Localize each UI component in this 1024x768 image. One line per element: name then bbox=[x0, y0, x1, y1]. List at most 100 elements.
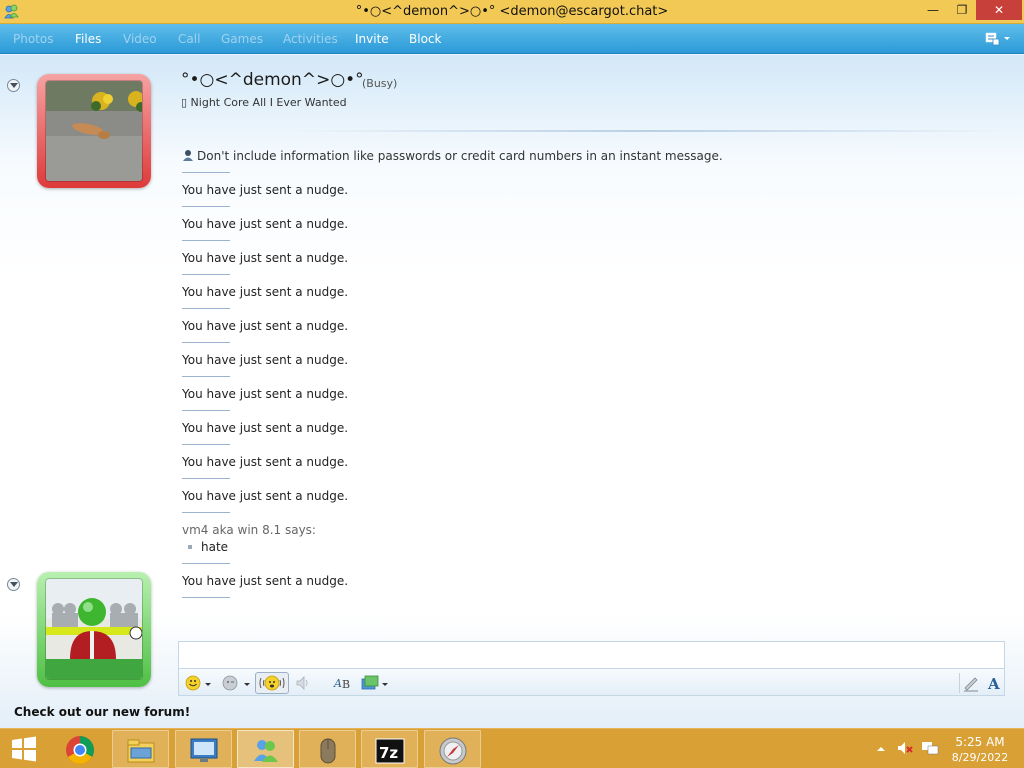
forum-link[interactable]: Check out our new forum! bbox=[14, 705, 190, 719]
taskbar: 7z 5:25 AM 8/29/2022 bbox=[0, 728, 1024, 768]
nudge-message: You have just sent a nudge. bbox=[182, 183, 349, 197]
contact-display-picture[interactable] bbox=[37, 74, 151, 188]
windows-icon bbox=[12, 736, 36, 762]
warning-text: Don't include information like passwords… bbox=[197, 149, 723, 163]
mouse-icon bbox=[320, 738, 336, 764]
remote-desktop-icon bbox=[190, 738, 218, 762]
message-separator bbox=[182, 444, 230, 445]
7zip-icon: 7z bbox=[375, 738, 405, 764]
svg-text:7z: 7z bbox=[379, 744, 398, 762]
nudge-message: You have just sent a nudge. bbox=[182, 251, 349, 265]
menu-photos[interactable]: Photos bbox=[13, 32, 53, 46]
menu-block[interactable]: Block bbox=[409, 32, 441, 46]
message-separator bbox=[182, 342, 230, 343]
messenger-taskbar-button[interactable] bbox=[237, 730, 294, 768]
my-avatar-image bbox=[45, 578, 143, 680]
emoticon-icon bbox=[185, 675, 201, 691]
show-hidden-icons-button[interactable] bbox=[876, 743, 886, 768]
message-separator bbox=[182, 240, 230, 241]
nudge-message: You have just sent a nudge. bbox=[182, 217, 349, 231]
menu-files[interactable]: Files bbox=[75, 32, 101, 46]
message-separator bbox=[182, 308, 230, 309]
nudge-button[interactable] bbox=[255, 672, 289, 694]
handwriting-icon bbox=[964, 677, 978, 692]
file-explorer-taskbar-button[interactable] bbox=[112, 730, 169, 768]
chevron-up-icon bbox=[877, 747, 885, 751]
background-button[interactable] bbox=[359, 672, 389, 694]
network-icon bbox=[922, 742, 939, 755]
svg-text:B: B bbox=[342, 678, 350, 691]
contact-photo bbox=[45, 80, 143, 182]
menu-bar: Photos Files Video Call Games Activities… bbox=[0, 24, 1024, 54]
font-button[interactable]: A B bbox=[333, 672, 355, 694]
message-separator bbox=[182, 512, 230, 513]
contact-name[interactable]: °•○<^demon^>○•° bbox=[181, 70, 364, 90]
handwriting-button[interactable] bbox=[960, 672, 982, 694]
emoticon-button[interactable] bbox=[182, 672, 212, 694]
message-separator bbox=[182, 376, 230, 377]
message-bullet bbox=[188, 545, 192, 549]
text-color-icon: A bbox=[987, 675, 1000, 693]
menu-call[interactable]: Call bbox=[178, 32, 200, 46]
clock-date[interactable]: 8/29/2022 bbox=[946, 751, 1014, 764]
menu-activities[interactable]: Activities bbox=[283, 32, 338, 46]
minimize-button[interactable]: — bbox=[918, 0, 948, 20]
collapse-my-picture-button[interactable] bbox=[7, 578, 20, 591]
message-separator bbox=[182, 597, 230, 598]
voice-clip-icon bbox=[296, 676, 308, 690]
chrome-icon bbox=[66, 736, 94, 764]
my-display-picture[interactable] bbox=[37, 572, 151, 687]
collapse-contact-picture-button[interactable] bbox=[7, 79, 20, 92]
nudge-message: You have just sent a nudge. bbox=[182, 285, 349, 299]
message-separator bbox=[182, 206, 230, 207]
nudge-message: You have just sent a nudge. bbox=[182, 455, 349, 469]
compass-icon bbox=[439, 737, 467, 765]
nudge-message: You have just sent a nudge. bbox=[182, 319, 349, 333]
chrome-taskbar-button[interactable] bbox=[52, 730, 109, 768]
message-separator bbox=[182, 563, 230, 564]
message-input[interactable] bbox=[178, 641, 1005, 668]
svg-text:A: A bbox=[987, 675, 1000, 693]
start-button[interactable] bbox=[0, 730, 50, 768]
message-separator bbox=[182, 274, 230, 275]
compass-taskbar-button[interactable] bbox=[424, 730, 481, 768]
nudge-message: You have just sent a nudge. bbox=[182, 387, 349, 401]
messenger-icon bbox=[254, 740, 278, 762]
voice-clip-button[interactable] bbox=[293, 672, 315, 694]
svg-text:A: A bbox=[333, 677, 342, 690]
received-message-text: hate bbox=[201, 540, 229, 554]
header-divider bbox=[290, 130, 1010, 132]
text-style-button[interactable]: A bbox=[985, 672, 1005, 694]
mouse-taskbar-button[interactable] bbox=[299, 730, 356, 768]
nudge-message: You have just sent a nudge. bbox=[182, 353, 349, 367]
warning-person-icon bbox=[182, 149, 194, 161]
nudge-message: You have just sent a nudge. bbox=[182, 421, 349, 435]
window-title: °•○<^demon^>○•° <demon@escargot.chat> bbox=[355, 4, 669, 19]
menu-games[interactable]: Games bbox=[221, 32, 263, 46]
close-button[interactable]: ✕ bbox=[976, 0, 1022, 20]
security-warning: Don't include information like passwords… bbox=[182, 149, 723, 163]
background-icon bbox=[361, 675, 379, 690]
clock-time[interactable]: 5:25 AM bbox=[950, 735, 1010, 749]
contact-status: (Busy) bbox=[362, 77, 398, 90]
network-button[interactable] bbox=[921, 740, 939, 768]
sender-line: vm4 aka win 8.1 says: bbox=[182, 523, 316, 537]
title-bar[interactable]: °•○<^demon^>○•° <demon@escargot.chat> — … bbox=[0, 0, 1024, 24]
7zip-taskbar-button[interactable]: 7z bbox=[361, 730, 418, 768]
speaker-muted-icon bbox=[898, 742, 913, 754]
menu-invite[interactable]: Invite bbox=[355, 32, 389, 46]
contact-personal-message: ▯ Night Core All I Ever Wanted bbox=[181, 96, 347, 109]
remote-desktop-taskbar-button[interactable] bbox=[175, 730, 232, 768]
maximize-button[interactable]: ❐ bbox=[948, 0, 976, 20]
menu-video[interactable]: Video bbox=[123, 32, 157, 46]
message-separator bbox=[182, 478, 230, 479]
show-menu-icon[interactable] bbox=[984, 31, 1012, 47]
input-toolbar: A B A bbox=[178, 668, 1005, 696]
wink-icon bbox=[222, 675, 238, 691]
nudge-message: You have just sent a nudge. bbox=[182, 574, 349, 588]
nudge-icon bbox=[259, 675, 285, 691]
received-message: hate bbox=[188, 540, 228, 554]
font-icon: A B bbox=[333, 677, 350, 691]
volume-button[interactable] bbox=[897, 740, 913, 768]
wink-button[interactable] bbox=[219, 672, 251, 694]
